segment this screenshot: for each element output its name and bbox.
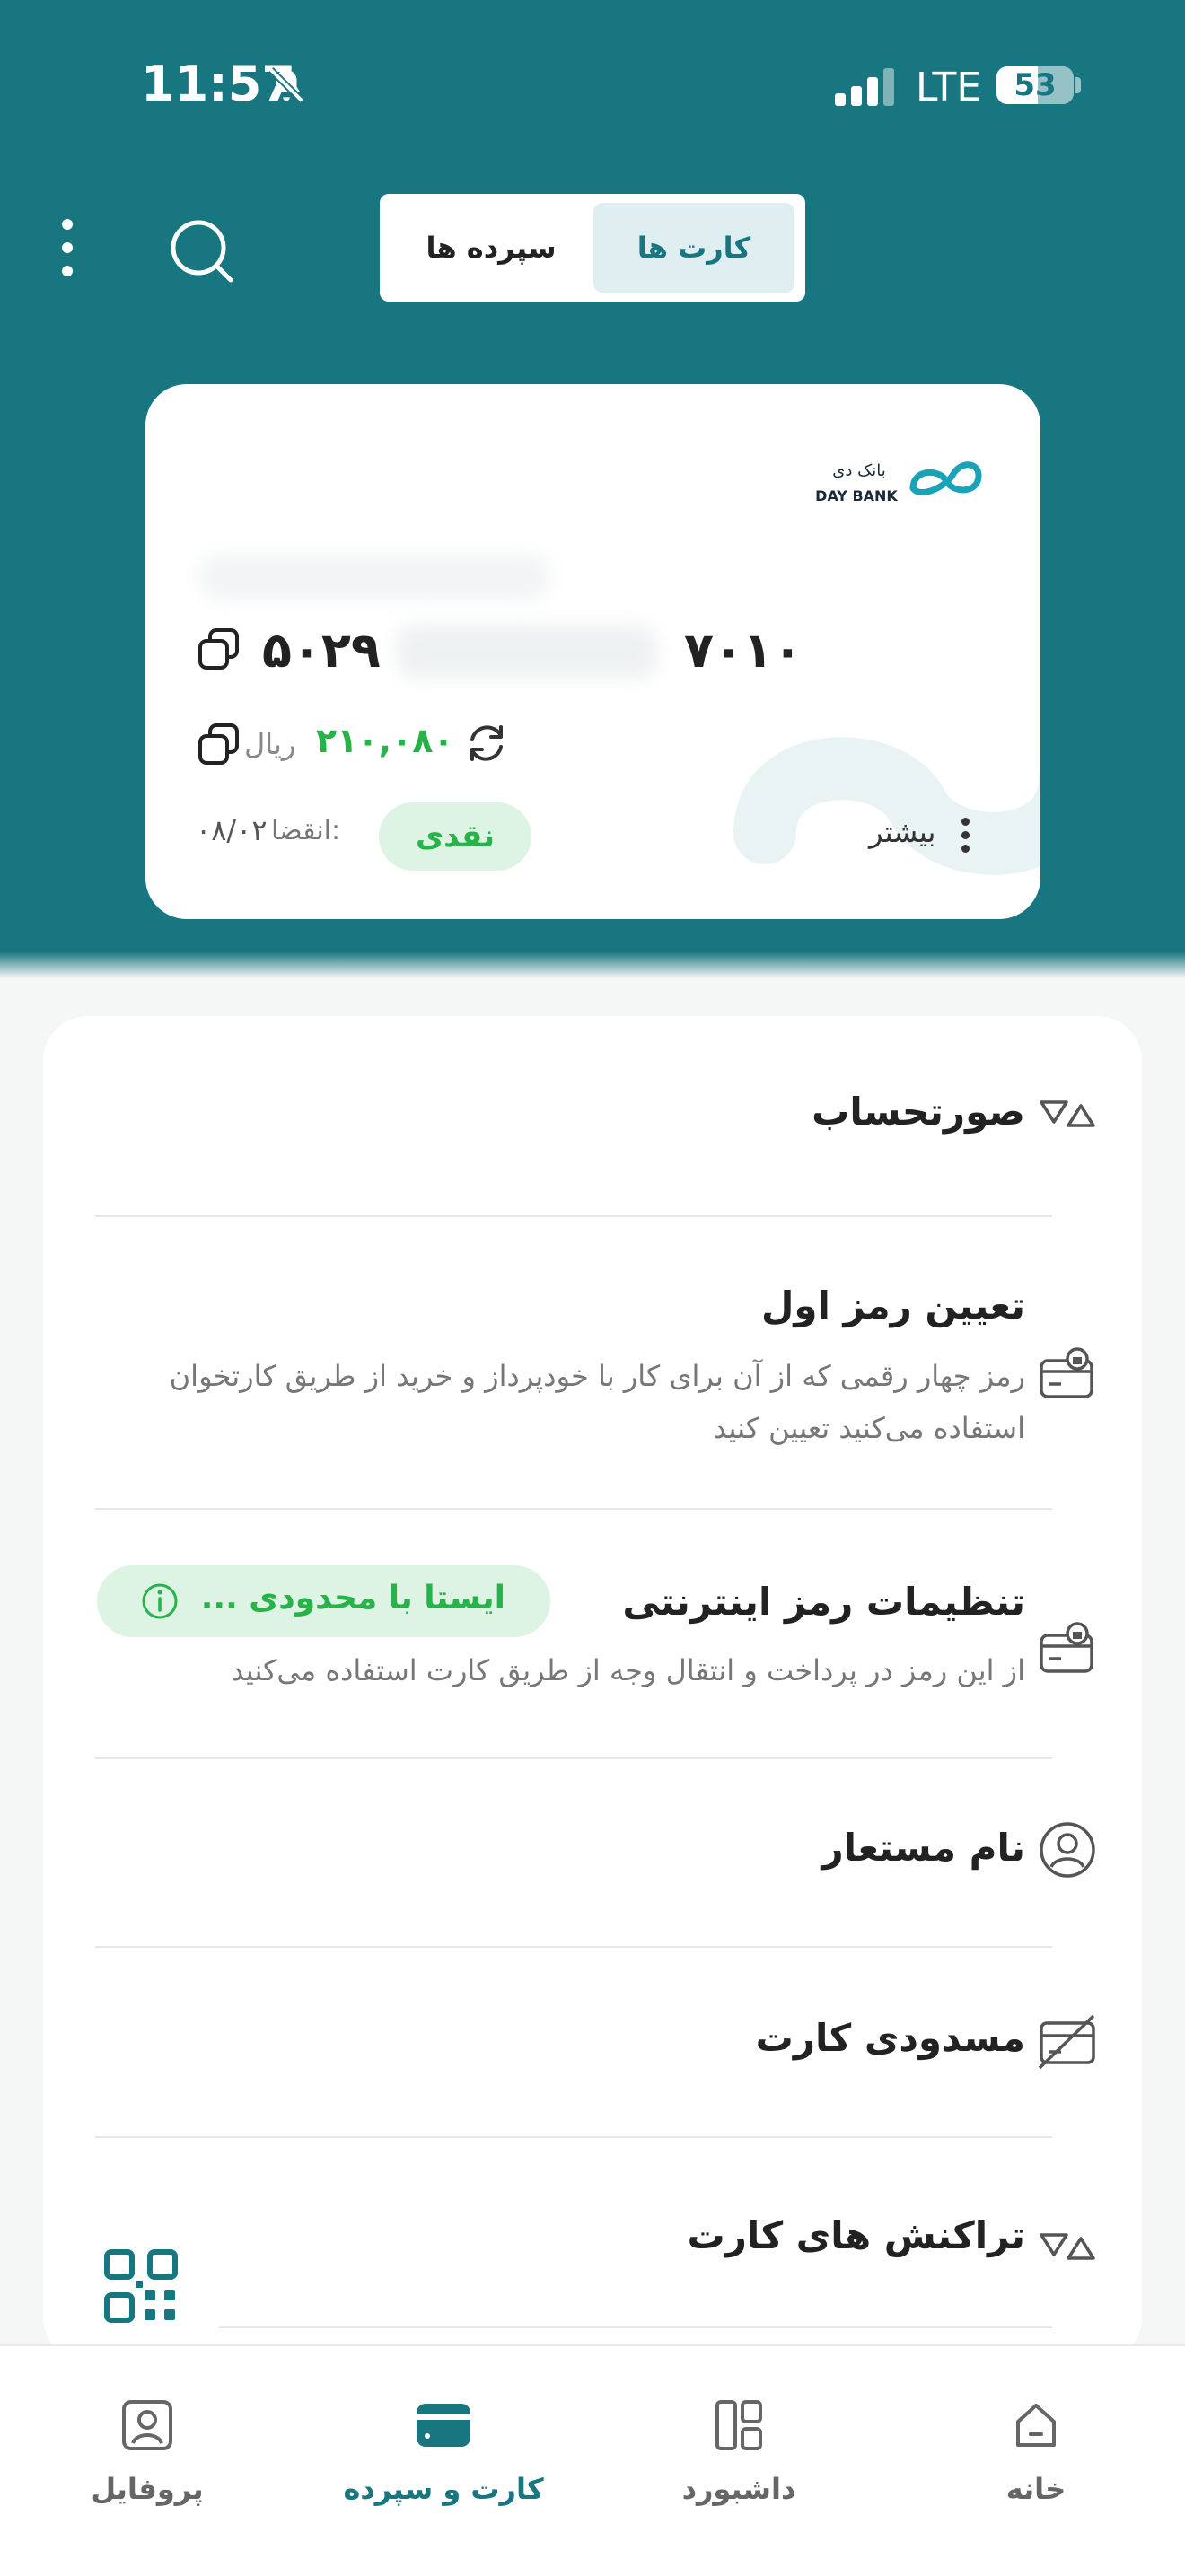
qr-code-icon[interactable] (103, 2248, 179, 2324)
nav-dashboard-label: داشبورد (681, 2472, 796, 2506)
currency-label: ریال (244, 727, 296, 761)
status-badge[interactable]: ایستا با محدودی ... (97, 1565, 550, 1637)
status-text: ایستا با محدودی ... (200, 1580, 505, 1617)
info-icon (142, 1583, 178, 1619)
dashboard-icon (715, 2400, 762, 2450)
bank-card[interactable]: بانک دی DAY BANK ۷۰۱۰ ۵۰۲۹ ریال ۲۱۰,۰۸۰ … (145, 384, 1040, 919)
menu-item-title: تراکنش های کارت (687, 2213, 1025, 2257)
user-circle-icon (1040, 1822, 1095, 1878)
card-number-blurred (397, 625, 657, 679)
card-actions-list: صورتحساب تعیین رمز اول رمز چهار رقمی که … (43, 1016, 1142, 2362)
tab-switcher: کارت ها سپرده ها (380, 194, 805, 302)
menu-item-title: صورتحساب (812, 1090, 1025, 1134)
tab-deposits[interactable]: سپرده ها (392, 203, 590, 293)
copy-balance-icon[interactable] (196, 722, 242, 768)
menu-item-title: تنظیمات رمز اینترنتی (622, 1580, 1025, 1624)
menu-item-first-pin[interactable]: تعیین رمز اول رمز چهار رقمی که از آن برا… (43, 1217, 1142, 1504)
menu-item-title: مسدودی کارت (755, 2016, 1025, 2060)
card-more-label[interactable]: بیشتر (869, 815, 935, 849)
card-number-end: ۷۰۱۰ (684, 622, 803, 679)
card-holder-name-blurred (199, 555, 549, 600)
profile-icon (122, 2400, 172, 2450)
nav-home-label: خانه (1005, 2472, 1066, 2506)
battery-icon: 53 (996, 66, 1074, 104)
card-block-icon (1038, 2014, 1095, 2070)
more-vertical-icon[interactable] (54, 215, 81, 280)
menu-item-transactions[interactable]: تراکنش های کارت (43, 2138, 1142, 2326)
menu-item-block-card[interactable]: مسدودی کارت (43, 1948, 1142, 2133)
menu-item-statement[interactable]: صورتحساب (43, 1016, 1142, 1214)
card-type-badge: نقدی (379, 802, 531, 871)
menu-item-title: نام مستعار (821, 1826, 1026, 1870)
nav-cards-deposits-label: کارت و سپرده (343, 2472, 544, 2506)
search-icon[interactable] (166, 215, 238, 287)
menu-item-description: رمز چهار رقمی که از آن برای کار با خودپر… (169, 1359, 1025, 1445)
card-lock-icon (1040, 1622, 1093, 1673)
bank-logo-en: DAY BANK (815, 487, 898, 504)
expiry-label: انقضا: (271, 815, 341, 846)
copy-icon[interactable] (196, 626, 242, 673)
network-type: LTE (916, 65, 982, 110)
nav-cards-deposits[interactable]: کارت و سپرده (327, 2346, 560, 2576)
bottom-navigation: خانه داشبورد کارت و سپرده پروفایل (0, 2344, 1185, 2576)
signal-icon (835, 68, 894, 106)
divider (219, 2326, 1052, 2328)
card-balance: ۲۱۰,۰۸۰ (316, 721, 454, 760)
menu-item-title: تعیین رمز اول (760, 1284, 1025, 1327)
statement-icon (1040, 1100, 1095, 1127)
card-icon (417, 2404, 470, 2447)
tab-cards[interactable]: کارت ها (593, 203, 794, 293)
nav-profile[interactable]: پروفایل (31, 2346, 264, 2576)
bank-watermark-icon (733, 737, 1040, 875)
expiry-value: ۰۸/۰۲ (196, 813, 268, 847)
nav-profile-label: پروفایل (91, 2472, 204, 2506)
battery-tip (1075, 77, 1081, 93)
home-icon (1016, 2404, 1056, 2447)
card-more-icon[interactable] (957, 813, 975, 858)
menu-item-description: از این رمز در پرداخت و انتقال وجه از طری… (231, 1653, 1025, 1687)
menu-item-nickname[interactable]: نام مستعار (43, 1759, 1142, 1944)
bank-logo: بانک دی DAY BANK (815, 461, 982, 504)
bank-logo-fa: بانک دی (832, 461, 885, 480)
header-fade (0, 951, 1185, 978)
card-lock-icon (1040, 1347, 1093, 1398)
battery-level: 53 (1014, 67, 1057, 103)
nav-home[interactable]: خانه (919, 2346, 1153, 2576)
transactions-icon (1040, 2233, 1095, 2260)
bell-muted-icon (268, 67, 304, 103)
refresh-icon[interactable] (461, 718, 512, 768)
card-number-start: ۵۰۲۹ (262, 622, 381, 679)
nav-dashboard[interactable]: داشبورد (622, 2346, 856, 2576)
